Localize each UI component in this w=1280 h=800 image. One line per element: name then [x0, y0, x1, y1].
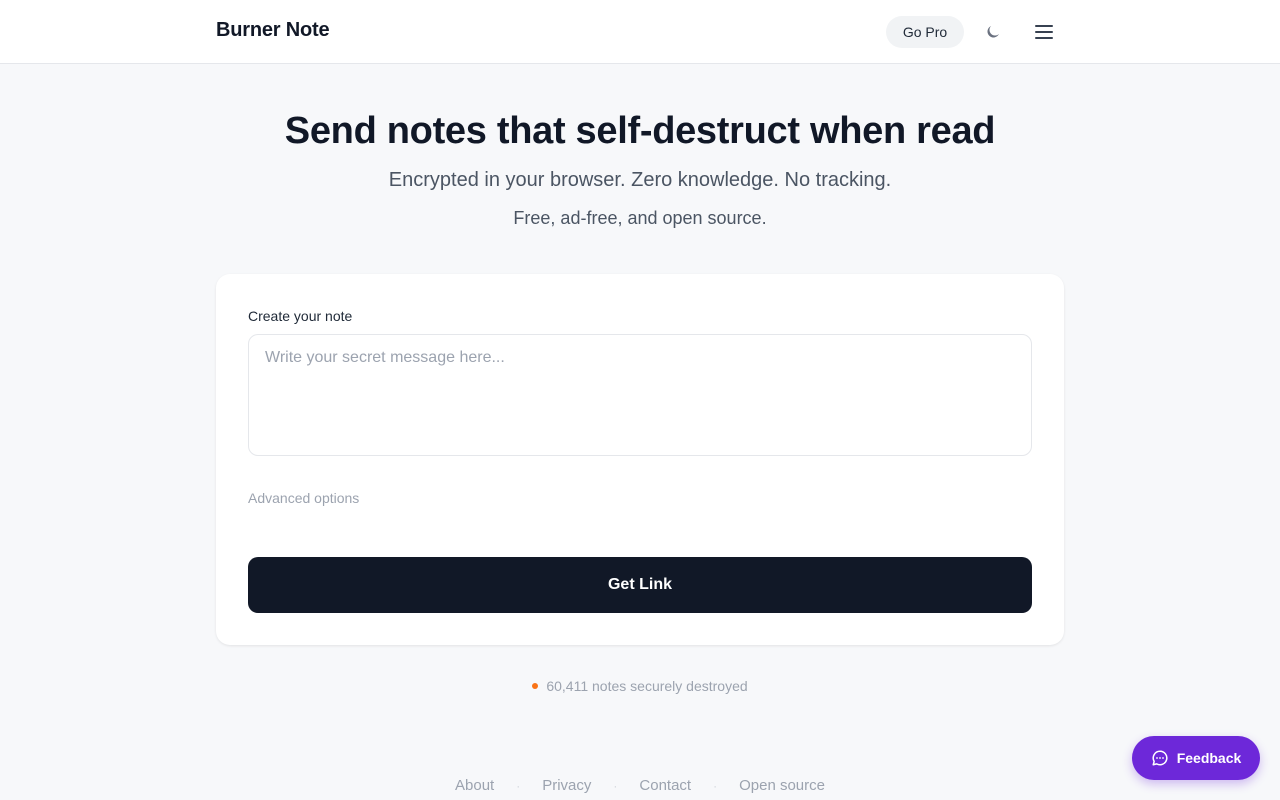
notes-destroyed-text: 60,411 notes securely destroyed	[546, 678, 748, 694]
page-title: Send notes that self-destruct when read	[284, 110, 996, 152]
top-nav-bar: Burner Note Go Pro	[0, 0, 1280, 64]
footer-link-open-source[interactable]: Open source	[739, 777, 825, 794]
get-link-button[interactable]: Get Link	[248, 557, 1032, 613]
feedback-label: Feedback	[1176, 750, 1242, 766]
theme-toggle-button[interactable]	[980, 19, 1006, 45]
footer-links: About · Privacy · Contact · Open source	[0, 777, 1280, 794]
go-pro-button[interactable]: Go Pro	[886, 16, 964, 48]
hero-tagline: Free, ad-free, and open source.	[513, 208, 767, 228]
note-form-card: Create your note Advanced options Get Li…	[216, 274, 1064, 645]
footer-separator: ·	[613, 778, 618, 793]
footer-link-about[interactable]: About	[455, 777, 494, 794]
status-dot	[532, 683, 539, 689]
menu-button[interactable]	[1031, 19, 1057, 45]
advanced-options-toggle[interactable]: Advanced options	[248, 490, 359, 506]
footer-separator: ·	[713, 778, 718, 793]
footer-separator: ·	[516, 778, 521, 793]
footer-link-privacy[interactable]: Privacy	[542, 777, 591, 794]
feedback-button[interactable]: Feedback	[1132, 736, 1260, 780]
note-field-label: Create your note	[248, 308, 353, 324]
footer-link-contact[interactable]: Contact	[639, 777, 691, 794]
note-textarea[interactable]	[248, 334, 1032, 456]
hamburger-menu-icon	[1035, 25, 1053, 39]
moon-icon	[987, 26, 999, 38]
notes-destroyed-counter: 60,411 notes securely destroyed	[0, 678, 1280, 694]
hero-subtitle: Encrypted in your browser. Zero knowledg…	[388, 169, 892, 191]
chat-bubble-icon	[1152, 750, 1168, 766]
brand-logo[interactable]: Burner Note	[216, 19, 330, 42]
